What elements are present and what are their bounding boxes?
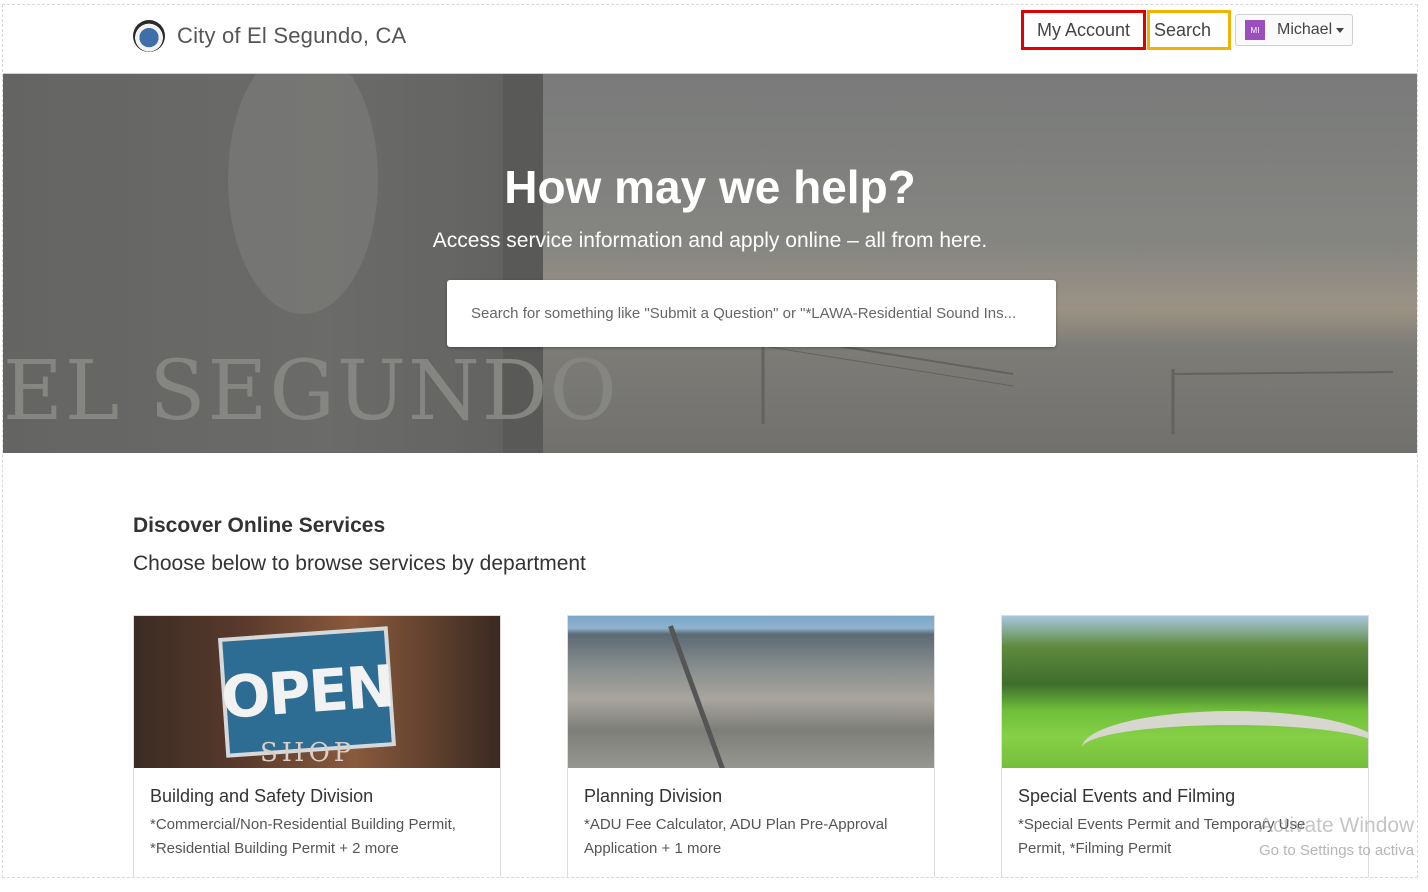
user-name: Michael bbox=[1277, 21, 1333, 38]
site-title[interactable]: City of El Segundo, CA bbox=[177, 23, 406, 49]
card-description-line: *Commercial/Non-Residential Building Per… bbox=[150, 816, 456, 833]
search-link[interactable]: Search bbox=[1147, 10, 1231, 50]
card-title[interactable]: Special Events and Filming bbox=[1018, 786, 1235, 807]
service-card-events[interactable]: Special Events and Filming *Special Even… bbox=[1001, 615, 1369, 877]
hero-overlay bbox=[3, 74, 1417, 453]
city-seal-logo[interactable] bbox=[133, 20, 165, 52]
card-image-aerial-city bbox=[568, 616, 934, 768]
card-description-line: *ADU Fee Calculator, ADU Plan Pre-Approv… bbox=[584, 816, 888, 833]
hero-banner: EL SEGUNDO How may we help? Access servi… bbox=[3, 74, 1417, 453]
search-input[interactable] bbox=[469, 304, 1056, 323]
park-path-graphic bbox=[1082, 711, 1368, 768]
hero-title: How may we help? bbox=[504, 161, 916, 213]
chevron-down-icon bbox=[1336, 27, 1345, 33]
site-header: City of El Segundo, CA My Account Search… bbox=[3, 5, 1417, 74]
activation-watermark-subtitle: Go to Settings to activa bbox=[1259, 842, 1415, 859]
shop-text: SHOP bbox=[260, 738, 356, 768]
card-description: *ADU Fee Calculator, ADU Plan Pre-Approv… bbox=[584, 813, 924, 861]
card-title[interactable]: Planning Division bbox=[584, 786, 722, 807]
open-sign-text: OPEN bbox=[218, 652, 396, 732]
browser-page: City of El Segundo, CA My Account Search… bbox=[2, 4, 1418, 878]
card-title[interactable]: Building and Safety Division bbox=[150, 786, 373, 807]
card-description-line: Application + 1 more bbox=[584, 840, 722, 857]
card-description: *Commercial/Non-Residential Building Per… bbox=[150, 813, 490, 861]
card-description-line: *Residential Building Permit + 2 more bbox=[150, 840, 399, 857]
card-image-open-sign: OPEN SHOP bbox=[134, 616, 500, 768]
hero-search-box[interactable] bbox=[447, 280, 1056, 347]
my-account-link[interactable]: My Account bbox=[1021, 10, 1146, 50]
activation-watermark-title: Activate Window bbox=[1259, 814, 1415, 837]
service-card-building[interactable]: OPEN SHOP Building and Safety Division *… bbox=[133, 615, 501, 877]
discover-title: Discover Online Services bbox=[133, 514, 386, 537]
road-graphic bbox=[668, 625, 728, 768]
avatar: MI bbox=[1245, 20, 1265, 40]
hero-subtitle: Access service information and apply onl… bbox=[432, 229, 988, 252]
user-menu-button[interactable]: MI Michael bbox=[1235, 14, 1353, 46]
card-image-park bbox=[1002, 616, 1368, 768]
service-card-planning[interactable]: Planning Division *ADU Fee Calculator, A… bbox=[567, 615, 935, 877]
discover-subtitle: Choose below to browse services by depar… bbox=[133, 552, 586, 575]
